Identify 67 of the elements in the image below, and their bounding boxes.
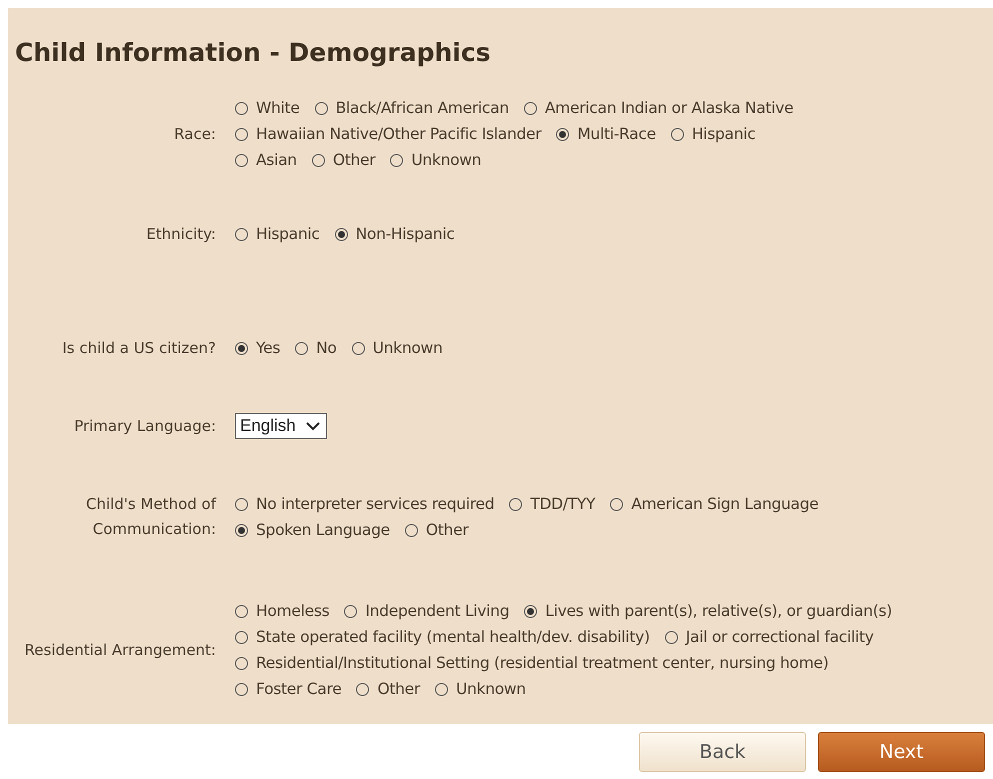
radio-option[interactable]: Non-Hispanic bbox=[334, 225, 455, 243]
radio-button[interactable] bbox=[235, 128, 248, 140]
field-label: Ethnicity: bbox=[145, 224, 217, 244]
radio-button[interactable] bbox=[314, 102, 328, 114]
radio-option[interactable]: White bbox=[235, 99, 300, 117]
radio-button[interactable] bbox=[235, 656, 248, 670]
radio-option[interactable]: Foster Care bbox=[235, 680, 342, 698]
radio-button[interactable] bbox=[235, 604, 248, 618]
field-label: Child's Method of Communication: bbox=[84, 494, 218, 540]
radio-button[interactable] bbox=[235, 498, 248, 510]
radio-option[interactable]: Hawaiian Native/Other Pacific Islander bbox=[235, 125, 542, 143]
radio-option[interactable]: Unknown bbox=[352, 339, 442, 357]
radio-option[interactable]: Other bbox=[404, 521, 468, 539]
radio-button[interactable] bbox=[434, 682, 448, 696]
radio-button[interactable] bbox=[235, 524, 248, 536]
radio-button[interactable] bbox=[509, 498, 522, 510]
radio-option[interactable]: Asian bbox=[235, 151, 297, 169]
radio-button[interactable] bbox=[670, 128, 684, 140]
radio-button[interactable] bbox=[524, 604, 538, 618]
radio-button[interactable] bbox=[344, 604, 358, 618]
radio-button[interactable] bbox=[235, 342, 248, 354]
radio-option[interactable]: Hispanic bbox=[670, 125, 756, 143]
radio-option[interactable]: Black/African American bbox=[314, 99, 509, 117]
field-label: Is child a US citizen? bbox=[61, 338, 217, 358]
radio-option[interactable]: Multi-Race bbox=[556, 125, 656, 143]
radio-button[interactable] bbox=[235, 102, 248, 114]
radio-option[interactable]: No bbox=[295, 339, 337, 357]
radio-button[interactable] bbox=[295, 342, 308, 354]
radio-option[interactable]: TDD/TYY bbox=[509, 495, 596, 513]
radio-button[interactable] bbox=[664, 630, 678, 644]
radio-option[interactable]: American Sign Language bbox=[610, 495, 819, 513]
radio-option[interactable]: Homeless bbox=[235, 602, 330, 620]
field-label: Residential Arrangement: bbox=[24, 640, 217, 660]
radio-button[interactable] bbox=[235, 630, 248, 644]
radio-option[interactable]: Unknown bbox=[434, 680, 526, 698]
chevron-down-icon bbox=[306, 422, 320, 430]
back-button[interactable]: Back bbox=[639, 732, 806, 772]
radio-button[interactable] bbox=[235, 154, 248, 166]
radio-option[interactable]: Spoken Language bbox=[235, 521, 390, 539]
radio-button[interactable] bbox=[352, 342, 365, 354]
radio-button[interactable] bbox=[524, 102, 537, 114]
radio-option[interactable]: Hispanic bbox=[235, 225, 320, 243]
field-label: Primary Language: bbox=[73, 416, 217, 436]
radio-button[interactable] bbox=[390, 154, 404, 166]
radio-button[interactable] bbox=[312, 154, 325, 166]
radio-option[interactable]: No interpreter services required bbox=[235, 495, 494, 513]
radio-option[interactable]: State operated facility (mental health/dev. disability) bbox=[235, 628, 650, 646]
radio-button[interactable] bbox=[334, 228, 348, 240]
radio-option[interactable]: American Indian or Alaska Native bbox=[524, 99, 794, 117]
page-title: Child Information - Demographics bbox=[15, 38, 492, 67]
radio-option[interactable]: Other bbox=[312, 151, 376, 169]
radio-option[interactable]: Independent Living bbox=[344, 602, 510, 620]
radio-button[interactable] bbox=[356, 682, 370, 696]
language-dropdown[interactable]: English bbox=[235, 413, 327, 439]
radio-option[interactable]: Yes bbox=[235, 339, 280, 357]
radio-button[interactable] bbox=[610, 498, 624, 510]
radio-button[interactable] bbox=[235, 682, 248, 696]
radio-option[interactable]: Residential/Institutional Setting (residential treatment center, nursing home) bbox=[235, 654, 829, 672]
radio-button[interactable] bbox=[404, 524, 418, 536]
radio-option[interactable]: Unknown bbox=[390, 151, 482, 169]
next-button[interactable]: Next bbox=[818, 732, 985, 772]
radio-button[interactable] bbox=[235, 228, 248, 240]
radio-option[interactable]: Other bbox=[356, 680, 420, 698]
radio-option[interactable]: Jail or correctional facility bbox=[664, 628, 874, 646]
field-label: Race: bbox=[173, 124, 217, 144]
radio-button[interactable] bbox=[556, 128, 570, 140]
radio-option[interactable]: Lives with parent(s), relative(s), or guardian(s) bbox=[524, 602, 892, 620]
